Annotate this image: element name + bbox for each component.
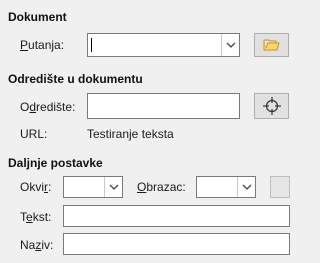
url-label: URL: bbox=[20, 127, 48, 141]
text-cursor bbox=[91, 38, 92, 52]
frame-label: Okvir: bbox=[20, 180, 52, 194]
path-label: Putanja: bbox=[20, 38, 65, 52]
target-input[interactable] bbox=[87, 93, 240, 119]
frame-combobox[interactable] bbox=[63, 176, 123, 198]
path-dropdown-button[interactable] bbox=[221, 34, 239, 56]
chevron-down-icon bbox=[109, 184, 118, 190]
section-target-heading: Odredište u dokumentu bbox=[8, 72, 143, 86]
chevron-down-icon bbox=[242, 184, 251, 190]
form-dropdown-button[interactable] bbox=[237, 177, 255, 197]
section-further-heading: Daljnje postavke bbox=[8, 156, 103, 170]
text-label: Tekst: bbox=[20, 210, 52, 224]
form-combobox[interactable] bbox=[196, 176, 256, 198]
frame-dropdown-button[interactable] bbox=[104, 177, 122, 197]
crosshair-icon bbox=[262, 97, 281, 115]
text-input[interactable] bbox=[63, 205, 290, 227]
section-document-heading: Dokument bbox=[8, 10, 67, 24]
chevron-down-icon bbox=[226, 42, 235, 48]
open-file-button[interactable] bbox=[254, 33, 289, 57]
path-combobox[interactable] bbox=[87, 33, 240, 57]
name-input[interactable] bbox=[63, 233, 290, 255]
target-label: Odredište: bbox=[20, 100, 76, 114]
target-in-document-button[interactable] bbox=[254, 93, 289, 119]
form-action-button[interactable] bbox=[270, 176, 290, 198]
folder-open-icon bbox=[263, 39, 280, 51]
form-label: Obrazac: bbox=[137, 180, 186, 194]
url-value: Testiranje teksta bbox=[87, 127, 174, 141]
name-label: Naziv: bbox=[20, 238, 54, 252]
